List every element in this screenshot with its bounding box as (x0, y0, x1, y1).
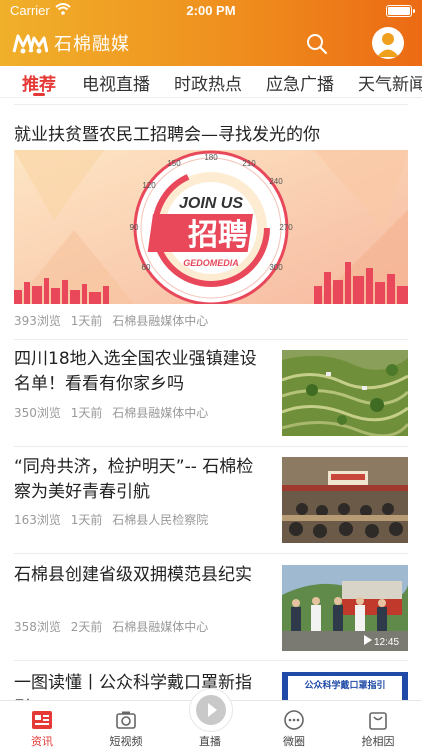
news-source: 石棉县融媒体中心 (112, 314, 209, 328)
news-title[interactable]: 石棉县创建省级双拥模范县纪实 (14, 563, 264, 588)
publish-time: 1天前 (70, 314, 103, 328)
bag-icon (369, 712, 387, 730)
news-source: 石棉县融媒体中心 (112, 620, 209, 634)
tab-weather-news[interactable]: 天气新闻 (358, 70, 422, 95)
dial-number: 270 (279, 223, 293, 232)
publish-time: 1天前 (70, 406, 103, 420)
publish-time: 1天前 (70, 513, 103, 527)
dial-number: 180 (204, 153, 218, 162)
dial-number: 120 (142, 181, 156, 190)
news-thumbnail[interactable]: 12:45 (282, 565, 408, 651)
dial-number: 300 (269, 263, 283, 272)
tabbar-label: 直播 (199, 735, 221, 748)
view-count: 358浏览 (14, 620, 61, 634)
tabbar-item-moments[interactable]: 微圈 (252, 701, 336, 751)
news-title[interactable]: “同舟共济，检护明天”-- 石棉检察为美好青春引航 (14, 455, 264, 505)
meeting-room-image (282, 457, 408, 543)
recruitment-banner-image: 90 120 150 180 210 240 270 300 60 JOIN U… (14, 150, 408, 304)
play-icon (196, 695, 226, 725)
tabbar-label: 资讯 (31, 735, 53, 748)
poster-text: 公众科学戴口罩指引 (304, 679, 385, 691)
news-icon (32, 711, 52, 729)
news-meta: 358浏览 2天前 石棉县融媒体中心 (14, 618, 214, 635)
video-duration: 12:45 (374, 637, 399, 648)
dial-number: 240 (269, 177, 283, 186)
news-source: 石棉县融媒体中心 (112, 406, 209, 420)
banner-main-text: 招聘 (188, 218, 248, 253)
search-icon[interactable] (305, 32, 329, 56)
featured-meta: 393浏览 1天前 石棉县融媒体中心 (14, 312, 214, 329)
divider (14, 339, 408, 340)
news-source: 石棉县人民检察院 (112, 513, 209, 527)
live-button[interactable] (189, 688, 233, 732)
divider (14, 553, 408, 554)
news-meta: 350浏览 1天前 石棉县融媒体中心 (14, 404, 214, 421)
news-meta: 163浏览 1天前 石棉县人民检察院 (14, 511, 214, 528)
news-thumbnail[interactable] (282, 350, 408, 436)
active-tab-indicator (33, 93, 45, 96)
tabbar-item-news[interactable]: 资讯 (0, 701, 84, 751)
chat-icon (284, 710, 304, 730)
user-icon (377, 33, 399, 57)
category-tabs: 推荐 电视直播 时政热点 应急广播 天气新闻 (0, 66, 422, 98)
camera-icon (116, 711, 136, 729)
tabbar-label: 微圈 (283, 735, 305, 748)
banner-top-text: JOIN US (179, 195, 243, 212)
avatar[interactable] (372, 27, 404, 59)
news-thumbnail[interactable] (282, 457, 408, 543)
terrace-fields-image (282, 350, 408, 436)
tabbar-item-shop[interactable]: 抢相因 (336, 701, 420, 751)
view-count: 350浏览 (14, 406, 61, 420)
dial-number: 210 (242, 159, 256, 168)
tab-politics[interactable]: 时政热点 (174, 70, 242, 95)
brand-name: 石棉融媒 (54, 34, 130, 55)
app-logo: 石棉融媒 (12, 30, 130, 56)
tabbar-label: 抢相因 (361, 735, 395, 748)
status-bar: Carrier 2:00 PM (0, 0, 422, 22)
featured-banner[interactable]: 90 120 150 180 210 240 270 300 60 JOIN U… (14, 150, 408, 304)
logo-mark-icon (12, 34, 48, 54)
status-time: 2:00 PM (186, 3, 236, 18)
dial-number: 90 (130, 223, 139, 232)
dial-number: 150 (167, 159, 181, 168)
divider (14, 104, 408, 105)
app-header: Carrier 2:00 PM 石棉融媒 (0, 0, 422, 66)
news-thumbnail[interactable]: 公众科学戴口罩指引 (282, 672, 408, 700)
tab-tv-live[interactable]: 电视直播 (82, 70, 150, 95)
view-count: 393浏览 (14, 314, 61, 328)
view-count: 163浏览 (14, 513, 61, 527)
video-people-image: 12:45 (282, 565, 408, 651)
divider (14, 660, 408, 661)
tab-emergency-broadcast[interactable]: 应急广播 (266, 70, 334, 95)
featured-title[interactable]: 就业扶贫暨农民工招聘会—寻找发光的你 (14, 120, 320, 145)
dial-number: 60 (142, 263, 151, 272)
battery-icon (386, 5, 415, 17)
tabbar-item-short-video[interactable]: 短视频 (84, 701, 168, 751)
banner-sub-text: GEDOMEDIA (183, 258, 239, 268)
news-title[interactable]: 四川18地入选全国农业强镇建设名单！看看有你家乡吗 (14, 347, 264, 397)
poster-image: 公众科学戴口罩指引 (282, 672, 408, 700)
tab-recommend[interactable]: 推荐 (22, 70, 56, 95)
tabbar-label: 短视频 (109, 735, 143, 748)
publish-time: 2天前 (70, 620, 103, 634)
divider (14, 446, 408, 447)
